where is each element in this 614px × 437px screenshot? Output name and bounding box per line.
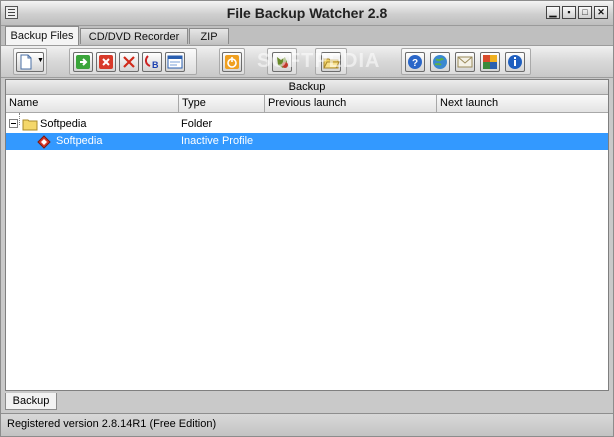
folder-icon [22, 119, 38, 131]
collapse-icon[interactable] [9, 119, 18, 128]
table-row[interactable]: Softpedia Folder [6, 116, 608, 133]
close-icon[interactable]: ✕ [594, 6, 608, 19]
softpedia-watermark: SOFTPEDIA [257, 50, 381, 72]
bottom-tab-bar: Backup [5, 393, 609, 411]
toolbar: ▼ B SOFTPEDIA ? [1, 46, 613, 78]
column-name[interactable]: Name [6, 95, 179, 112]
schedule-window-button[interactable] [165, 52, 185, 72]
toolbar-group-power [219, 48, 245, 75]
window-title: File Backup Watcher 2.8 [226, 5, 388, 21]
column-previous-launch[interactable]: Previous launch [265, 95, 437, 112]
stop-button[interactable] [96, 52, 116, 72]
power-icon [225, 55, 239, 69]
column-type[interactable]: Type [179, 95, 265, 112]
mail-button[interactable] [455, 52, 475, 72]
tab-bar: Backup Files CD/DVD Recorder ZIP [1, 26, 613, 46]
tools-button[interactable] [480, 52, 500, 72]
column-next-launch[interactable]: Next launch [437, 95, 608, 112]
column-headers: Name Type Previous launch Next launch [6, 95, 608, 113]
power-button[interactable] [222, 52, 242, 72]
tab-cd-dvd-recorder[interactable]: CD/DVD Recorder [80, 28, 188, 44]
help-icon: ? [408, 55, 422, 69]
run-icon [76, 55, 90, 69]
tree-list: Softpedia Folder Softpedia Inactive Prof… [6, 113, 608, 150]
row-type: Inactive Profile [181, 135, 254, 147]
row-type: Folder [181, 118, 213, 130]
tab-backup-files[interactable]: Backup Files [5, 26, 79, 45]
schedule-window-icon [167, 55, 183, 69]
app-window: File Backup Watcher 2.8 ▁ ▪ □ ✕ Backup F… [0, 0, 614, 437]
restore-icon[interactable]: □ [578, 6, 592, 19]
tab-backup[interactable]: Backup [5, 393, 57, 410]
status-bar: Registered version 2.8.14R1 (Free Editio… [1, 413, 613, 436]
new-profile-icon [20, 54, 32, 70]
stop-icon [99, 55, 113, 69]
table-row-selected[interactable]: Softpedia Inactive Profile [6, 133, 608, 150]
web-icon [433, 55, 447, 69]
profile-icon [37, 135, 51, 149]
maximize-icon[interactable]: ▪ [562, 6, 576, 19]
toolbar-group-help: ? [401, 48, 531, 75]
tree-connector [19, 113, 20, 125]
dropdown-arrow-icon[interactable]: ▼ [37, 57, 44, 64]
row-name: Softpedia [56, 135, 103, 147]
toolbar-group-actions: B [69, 48, 197, 75]
minimize-icon[interactable]: ▁ [546, 6, 560, 19]
tools-icon [483, 55, 497, 69]
info-icon [508, 55, 522, 69]
backup-panel: Backup Name Type Previous launch Next la… [5, 79, 609, 391]
row-name: Softpedia [40, 118, 87, 130]
panel-header: Backup [6, 80, 608, 95]
help-button[interactable]: ? [405, 52, 425, 72]
delete-icon [123, 56, 135, 68]
delete-button[interactable] [119, 52, 139, 72]
info-button[interactable] [505, 52, 525, 72]
tab-zip[interactable]: ZIP [189, 28, 229, 44]
web-button[interactable] [430, 52, 450, 72]
title-bar[interactable]: File Backup Watcher 2.8 ▁ ▪ □ ✕ [1, 1, 613, 26]
backup-restore-button[interactable]: B [142, 52, 162, 72]
svg-text:?: ? [412, 58, 418, 69]
run-button[interactable] [73, 52, 93, 72]
backup-restore-icon: B [144, 55, 159, 70]
status-text: Registered version 2.8.14R1 (Free Editio… [7, 418, 217, 430]
mail-icon [457, 56, 473, 68]
svg-text:B: B [152, 60, 159, 70]
